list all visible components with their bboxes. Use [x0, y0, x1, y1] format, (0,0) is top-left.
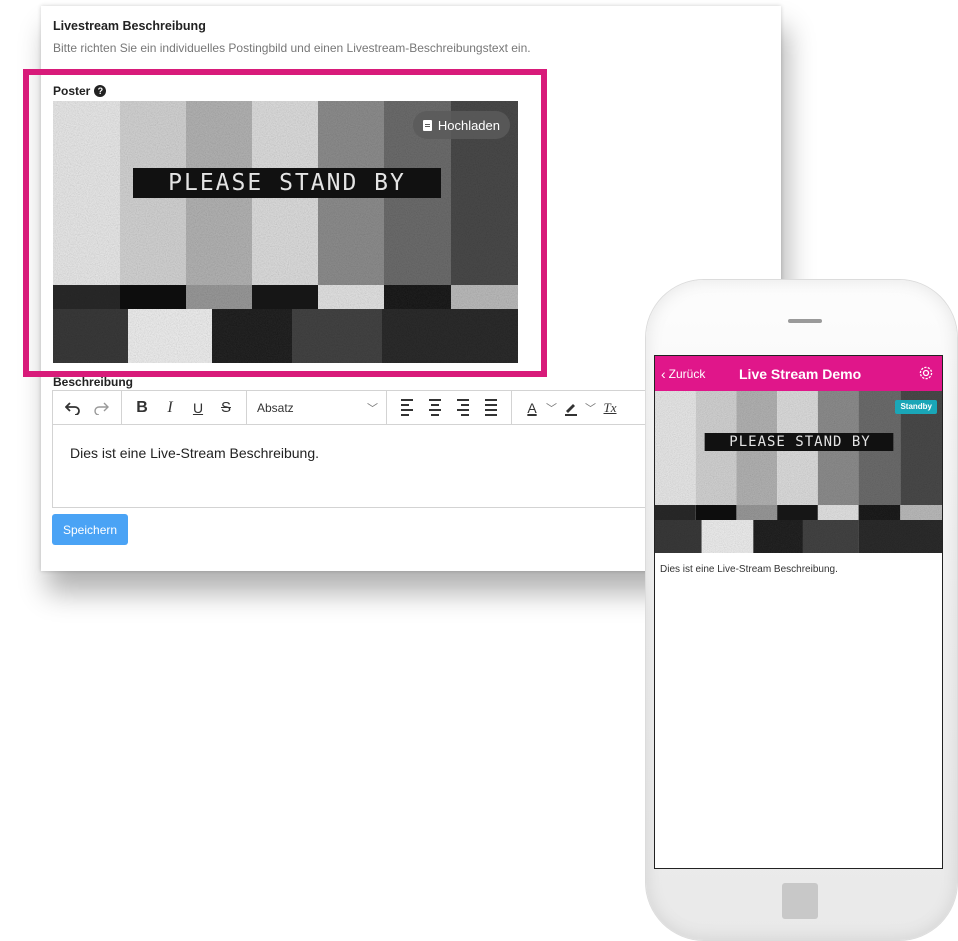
clear-format-button[interactable]: Tx — [596, 394, 624, 422]
undo-icon[interactable] — [59, 394, 87, 422]
chevron-left-icon: ‹ — [661, 365, 666, 382]
phone-overlay-text: PLEASE STAND BY — [729, 434, 871, 450]
underline-button[interactable]: U — [184, 394, 212, 422]
phone-mockup: ‹ Zurück Live Stream Demo PLEASE STAND B… — [646, 280, 957, 940]
italic-button[interactable]: I — [156, 394, 184, 422]
chevron-down-icon[interactable]: ﹀ — [585, 400, 596, 416]
phone-test-pattern — [655, 391, 942, 553]
chevron-down-icon[interactable]: ﹀ — [546, 400, 557, 416]
gear-icon[interactable] — [918, 365, 934, 381]
poster-highlight-frame — [23, 69, 547, 377]
align-justify-icon[interactable] — [477, 394, 505, 422]
redo-icon[interactable] — [87, 394, 115, 422]
app-title: Live Stream Demo — [739, 365, 862, 382]
alignment-group — [387, 391, 512, 424]
strikethrough-button[interactable]: S — [212, 394, 240, 422]
home-button[interactable] — [782, 883, 818, 919]
align-left-icon[interactable] — [393, 394, 421, 422]
format-select-value: Absatz — [257, 400, 294, 415]
back-label: Zurück — [668, 366, 706, 381]
phone-speaker — [788, 319, 822, 323]
style-group: B I U S — [122, 391, 247, 424]
section-title: Livestream Beschreibung — [53, 19, 206, 33]
align-right-icon[interactable] — [449, 394, 477, 422]
phone-screen: ‹ Zurück Live Stream Demo PLEASE STAND B… — [654, 355, 943, 869]
save-button[interactable]: Speichern — [52, 514, 129, 545]
section-subtitle: Bitte richten Sie ein individuelles Post… — [53, 41, 531, 55]
status-badge: Standby — [895, 400, 937, 414]
align-center-icon[interactable] — [421, 394, 449, 422]
text-color-button[interactable]: A — [518, 394, 546, 422]
phone-poster-image: PLEASE STAND BY Standby — [655, 391, 942, 553]
app-header: ‹ Zurück Live Stream Demo — [655, 356, 942, 391]
paragraph-format-select[interactable]: Absatz ﹀ — [247, 391, 387, 424]
editor-content[interactable]: Dies ist eine Live-Stream Beschreibung. — [70, 445, 319, 461]
bold-button[interactable]: B — [128, 394, 156, 422]
color-group: A ﹀ ﹀ Tx — [512, 391, 630, 424]
history-group — [53, 391, 122, 424]
back-button[interactable]: ‹ Zurück — [661, 366, 705, 382]
highlight-color-icon[interactable] — [557, 394, 585, 422]
chevron-down-icon: ﹀ — [367, 402, 378, 415]
phone-description: Dies ist eine Live-Stream Beschreibung. — [660, 564, 838, 575]
description-label: Beschreibung — [53, 375, 134, 389]
